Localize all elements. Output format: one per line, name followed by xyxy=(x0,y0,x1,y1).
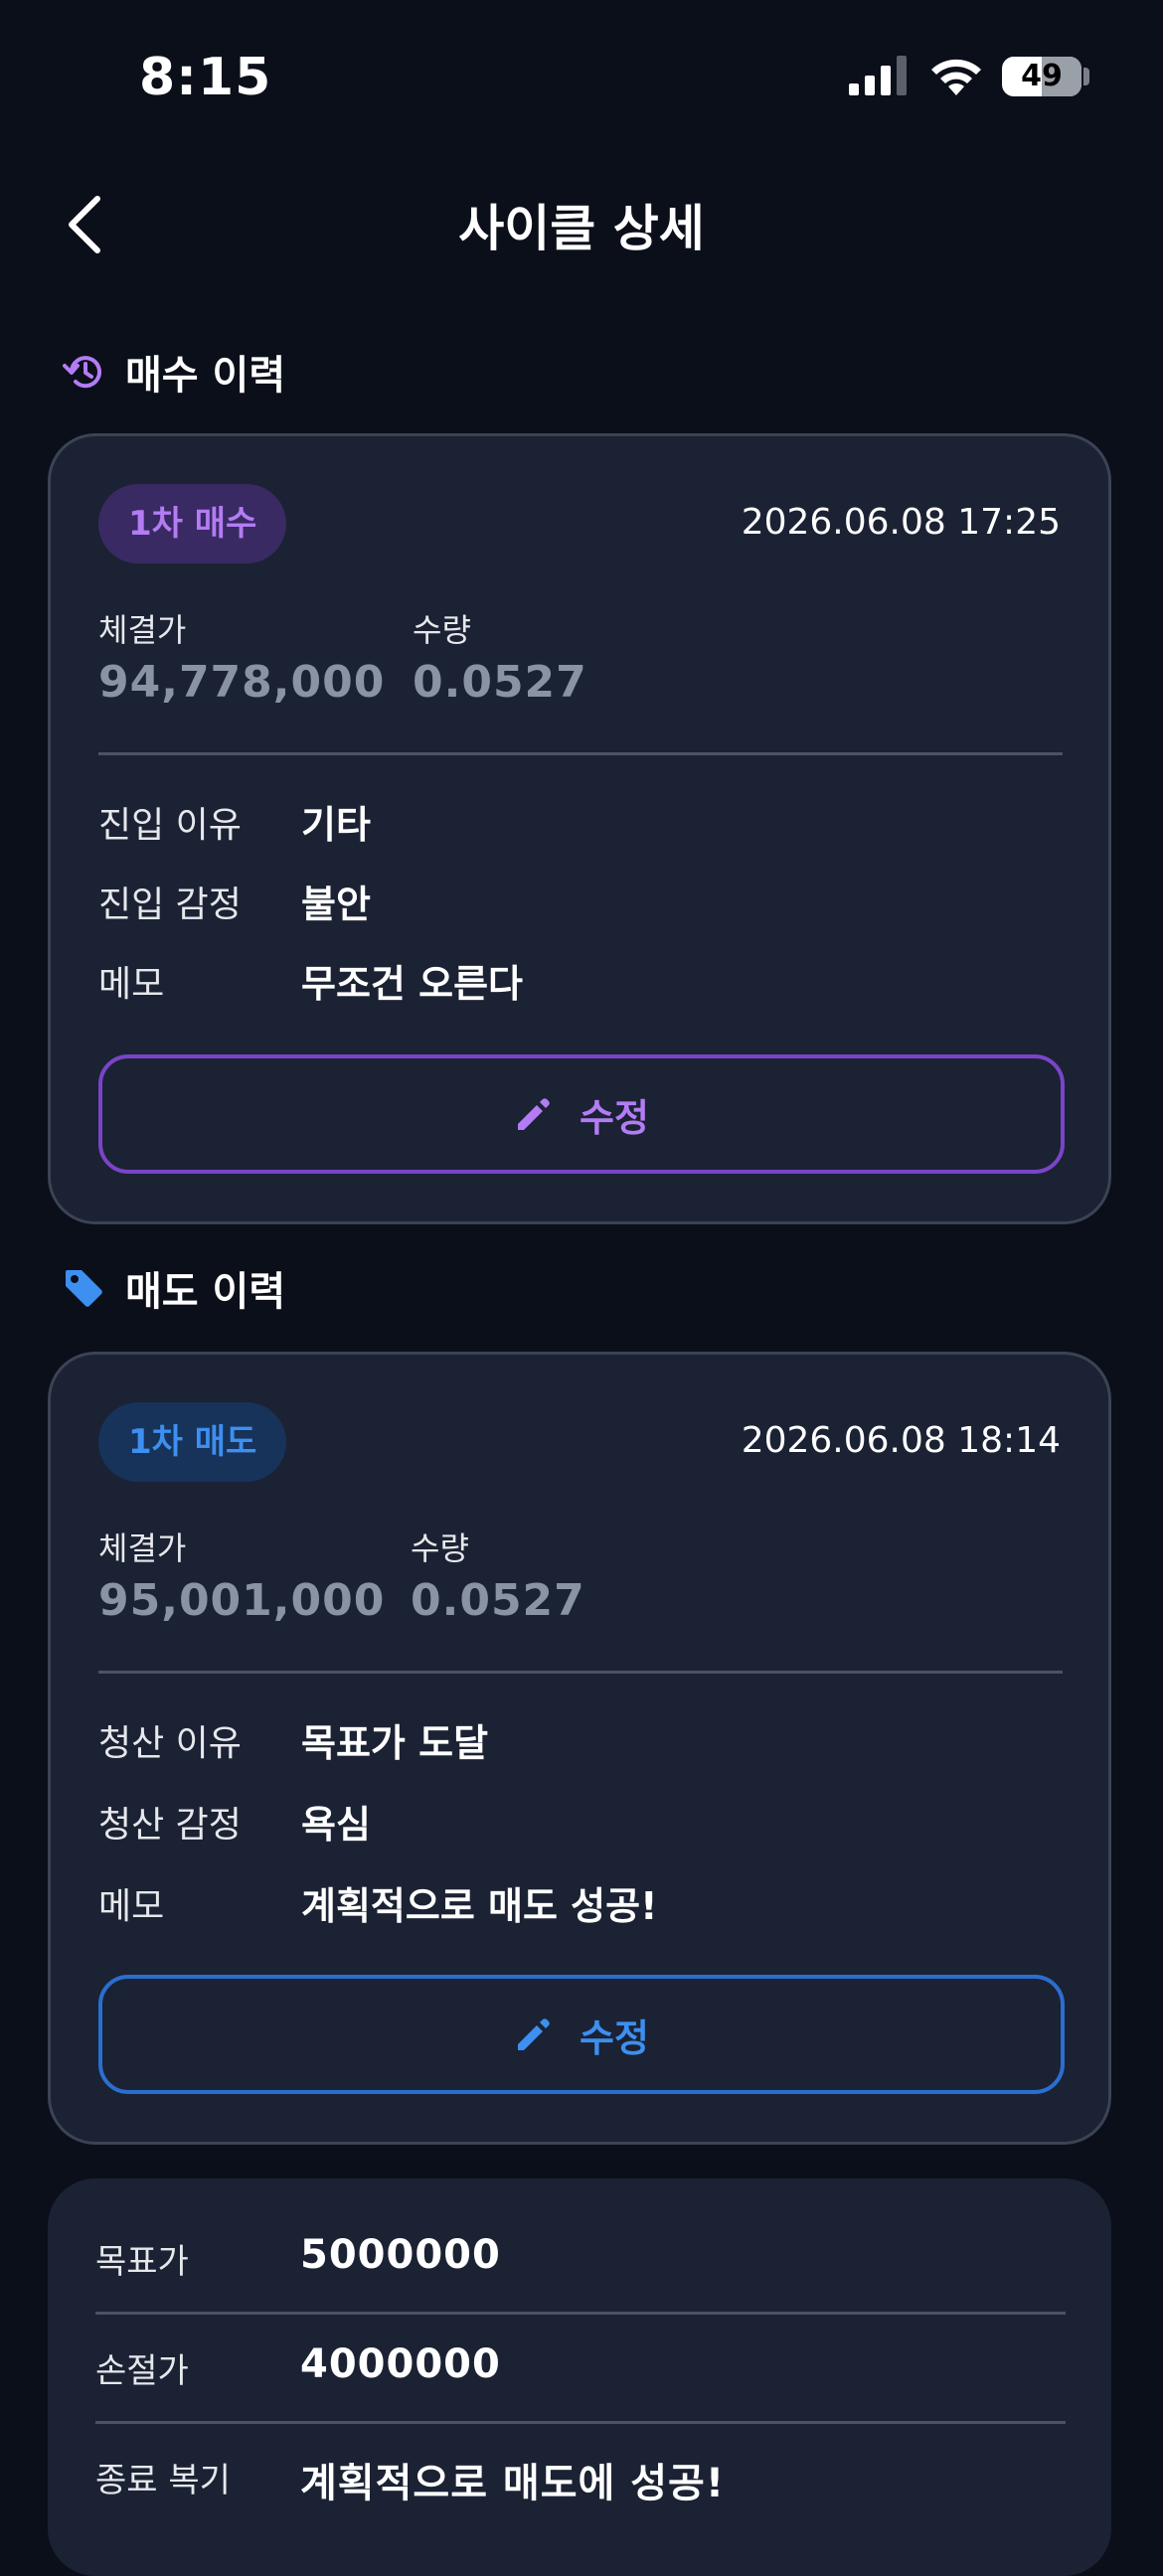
target-price-label: 목표가 xyxy=(95,2242,189,2282)
sell-emotion-label: 청산 감정 xyxy=(98,1805,242,1846)
sell-qty-value: 0.0527 xyxy=(411,1575,585,1626)
sell-edit-label: 수정 xyxy=(580,2015,649,2060)
sell-history-card: 1차 매도 2026.06.08 18:14 체결가 95,001,000 수량… xyxy=(48,1352,1111,2145)
buy-reason-value: 기타 xyxy=(301,803,371,847)
stop-loss-value: 4000000 xyxy=(300,2341,501,2387)
buy-qty-value: 0.0527 xyxy=(413,657,587,708)
buy-history-card: 1차 매수 2026.06.08 17:25 체결가 94,778,000 수량… xyxy=(48,433,1111,1224)
signal-icon xyxy=(849,56,907,95)
pencil-icon xyxy=(518,1098,550,1130)
status-bar: 8:15 49 xyxy=(0,0,1163,149)
tag-icon xyxy=(66,1270,102,1307)
buy-memo-label: 메모 xyxy=(98,964,165,1005)
sell-section-title: 매도 이력 xyxy=(125,1269,286,1315)
history-icon xyxy=(63,356,101,389)
buy-qty-label: 수량 xyxy=(413,611,471,649)
divider xyxy=(98,1671,1063,1674)
buy-price-value: 94,778,000 xyxy=(98,657,386,708)
battery-level: 49 xyxy=(1021,59,1063,93)
sell-price-label: 체결가 xyxy=(98,1530,187,1567)
buy-memo-value: 무조건 오른다 xyxy=(301,962,523,1006)
battery-cap xyxy=(1083,68,1089,85)
sell-datetime: 2026.06.08 18:14 xyxy=(741,1420,1061,1461)
cycle-summary-card: 목표가 5000000 손절가 4000000 종료 복기 계획적으로 매도에 … xyxy=(48,2178,1111,2576)
buy-section-header: 매수 이력 xyxy=(62,344,285,400)
sell-memo-value: 계획적으로 매도 성공! xyxy=(301,1884,658,1928)
page-title: 사이클 상세 xyxy=(458,200,705,257)
closing-review-label: 종료 복기 xyxy=(95,2461,231,2500)
buy-order-chip: 1차 매수 xyxy=(98,484,287,564)
buy-reason-label: 진입 이유 xyxy=(98,805,242,846)
pencil-icon xyxy=(518,2018,550,2050)
sell-qty-label: 수량 xyxy=(411,1530,469,1567)
sell-order-chip: 1차 매도 xyxy=(98,1402,287,1482)
buy-edit-label: 수정 xyxy=(580,1095,649,1140)
buy-price-label: 체결가 xyxy=(98,611,187,649)
buy-emotion-label: 진입 감정 xyxy=(98,885,242,925)
divider xyxy=(95,2421,1066,2424)
target-price-value: 5000000 xyxy=(300,2232,501,2278)
nav-bar: 사이클 상세 xyxy=(0,179,1163,268)
buy-emotion-value: 불안 xyxy=(301,883,371,926)
stop-loss-label: 손절가 xyxy=(95,2351,189,2391)
divider xyxy=(98,752,1063,755)
sell-reason-label: 청산 이유 xyxy=(98,1723,242,1764)
closing-review-value: 계획적으로 매도에 성공! xyxy=(300,2461,726,2506)
wifi-icon xyxy=(931,59,981,95)
sell-price-value: 95,001,000 xyxy=(98,1575,386,1626)
sell-reason-value: 목표가 도달 xyxy=(301,1721,489,1765)
battery-icon: 49 xyxy=(1002,57,1081,96)
divider xyxy=(95,2312,1066,2315)
sell-section-header: 매도 이력 xyxy=(62,1260,285,1316)
sell-edit-button[interactable]: 수정 xyxy=(98,1975,1065,2094)
buy-section-title: 매수 이력 xyxy=(125,353,286,399)
buy-edit-button[interactable]: 수정 xyxy=(98,1054,1065,1174)
buy-datetime: 2026.06.08 17:25 xyxy=(741,502,1061,543)
status-time: 8:15 xyxy=(139,48,272,107)
sell-memo-label: 메모 xyxy=(98,1886,165,1927)
sell-emotion-value: 욕심 xyxy=(301,1803,371,1847)
